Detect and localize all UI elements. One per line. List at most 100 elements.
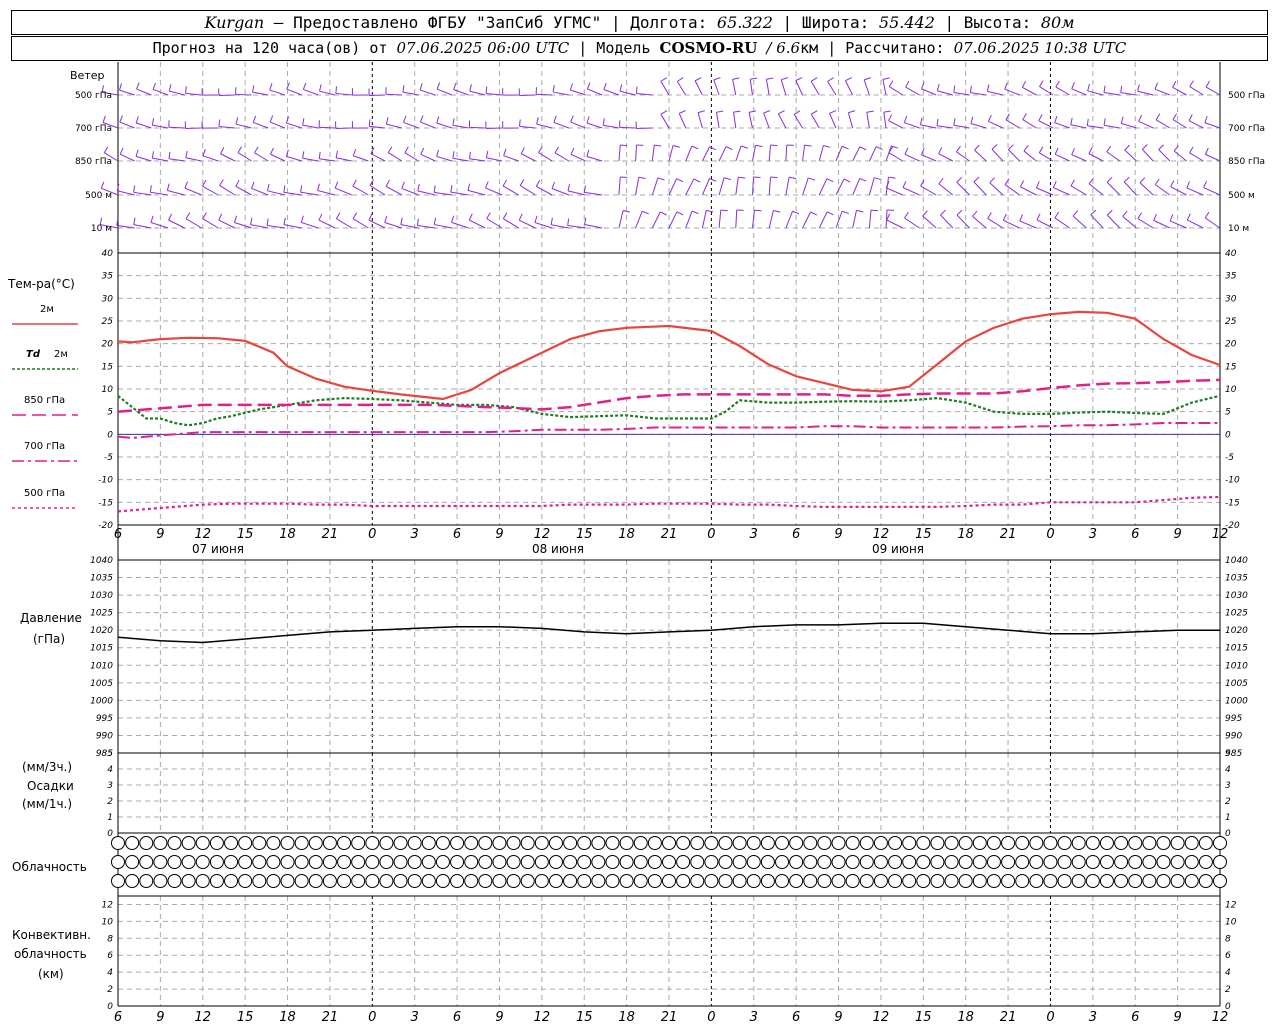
cloud-circle	[605, 855, 620, 869]
cloud-circle	[873, 874, 888, 888]
cloud-circle	[435, 874, 450, 888]
cloud-circle	[647, 836, 662, 850]
wind-barb-staff	[536, 185, 553, 196]
wind-barb-staff	[922, 215, 937, 229]
wind-barb-flag	[706, 209, 714, 213]
wind-barb-flag	[874, 177, 882, 181]
wind-barb-staff	[1138, 120, 1154, 129]
wind-barb-flag	[554, 146, 560, 154]
temp-tick-right: -10	[1225, 476, 1240, 486]
wind-barb-staff	[554, 152, 570, 162]
wind-barb-staff	[417, 190, 436, 196]
wind-barb-staff	[202, 185, 219, 196]
wind-barb-flag	[202, 149, 206, 156]
wind-barb-staff	[1158, 149, 1171, 162]
wind-barb-flag	[974, 144, 980, 151]
wind-barb-flag	[1036, 213, 1041, 221]
wind-barb-flag	[401, 181, 405, 189]
wind-barb-staff	[685, 178, 695, 196]
wind-barb-staff	[385, 185, 403, 196]
wind-barb-flag	[151, 118, 155, 126]
wind-barb-staff	[818, 178, 828, 196]
wind-barb-staff	[534, 222, 553, 229]
wind-barb-flag	[902, 181, 907, 188]
wind-barb-flag	[1189, 146, 1194, 154]
wind-barb-flag	[553, 115, 557, 123]
wind-barb-flag	[453, 82, 457, 90]
wind-barb-flag	[810, 211, 818, 216]
wind-barb-staff	[536, 123, 553, 129]
wind-barb-staff	[1039, 86, 1054, 96]
wind-barb-staff	[768, 177, 772, 196]
wind-barb-staff	[863, 79, 870, 96]
wind-barb-staff	[1141, 148, 1154, 162]
cloud-circle	[337, 855, 352, 869]
cloud-circle	[195, 874, 210, 888]
wind-level-label-right: 500 гПа	[1228, 91, 1265, 101]
wind-barb-flag	[1103, 118, 1106, 126]
wind-barb-staff	[651, 177, 659, 196]
wind-barb-flag	[417, 183, 420, 191]
temp-tick-left: 15	[102, 362, 114, 372]
pressure-tick-right: 1040	[1225, 556, 1248, 566]
wind-barb-staff	[852, 178, 861, 196]
cloud-circle	[831, 874, 846, 888]
x-tick-label: 15	[915, 1010, 932, 1024]
cloud-circle	[563, 874, 578, 888]
wind-barb-flag	[694, 77, 702, 82]
cloud-circle	[520, 855, 535, 869]
wind-barb-staff	[904, 153, 920, 162]
wind-barb-staff	[937, 90, 953, 96]
x-tick-label: 0	[707, 1010, 715, 1024]
wind-barb-flag	[220, 147, 225, 154]
wind-barb-flag	[1088, 147, 1093, 154]
cloud-circle	[1213, 855, 1227, 869]
cloud-circle	[252, 855, 267, 869]
cloud-circle	[548, 836, 563, 850]
wind-barb-staff	[991, 148, 1004, 162]
wind-barb-flag	[738, 176, 746, 179]
wind-barb-flag	[1052, 180, 1057, 188]
wind-barb-staff	[810, 113, 820, 129]
wind-barb-flag	[905, 80, 910, 88]
cloud-circle	[153, 874, 168, 888]
wind-barb-flag	[469, 84, 472, 92]
wind-barb-flag	[766, 77, 774, 80]
wind-barb-staff	[618, 145, 621, 162]
wind-barb-staff	[619, 126, 636, 129]
pressure-title: Давление	[20, 611, 82, 625]
wind-barb-flag	[969, 85, 972, 93]
cloud-circle	[421, 855, 436, 869]
temp-tick-right: 35	[1225, 272, 1237, 282]
wind-barb-staff	[676, 81, 687, 96]
wind-barb-staff	[904, 217, 920, 229]
wind-barb-flag	[586, 116, 590, 124]
precip-tick-left: 2	[107, 797, 113, 807]
wind-barb-staff	[793, 114, 804, 129]
wind-barb-flag	[416, 218, 419, 226]
temp-tick-right: 5	[1225, 408, 1231, 418]
wind-barb-flag	[202, 212, 207, 219]
cloud-circle	[775, 836, 790, 850]
wind-barb-flag	[570, 147, 575, 155]
wind-barb-staff	[503, 218, 519, 229]
cloud-circle	[972, 855, 987, 869]
wind-barb-flag	[135, 116, 139, 124]
wind-barb-flag	[352, 148, 357, 156]
wind-barb-flag	[252, 85, 255, 93]
wind-barb-flag	[677, 77, 684, 82]
pressure-unit: (гПа)	[33, 632, 65, 646]
wind-barb-staff	[938, 153, 954, 162]
wind-barb-staff	[818, 211, 828, 229]
wind-barb-flag	[237, 146, 243, 153]
cloud-circle	[718, 874, 733, 888]
cloud-circle	[365, 855, 380, 869]
temp-tick-left: 25	[102, 317, 114, 327]
wind-barb-staff	[685, 146, 693, 162]
temp-tick-right: -15	[1225, 498, 1240, 508]
wind-barb-staff	[1087, 125, 1104, 129]
cloud-circle	[266, 874, 281, 888]
wind-barb-flag	[1172, 113, 1178, 120]
wind-barb-staff	[453, 89, 469, 96]
wind-barb-staff	[220, 153, 236, 162]
